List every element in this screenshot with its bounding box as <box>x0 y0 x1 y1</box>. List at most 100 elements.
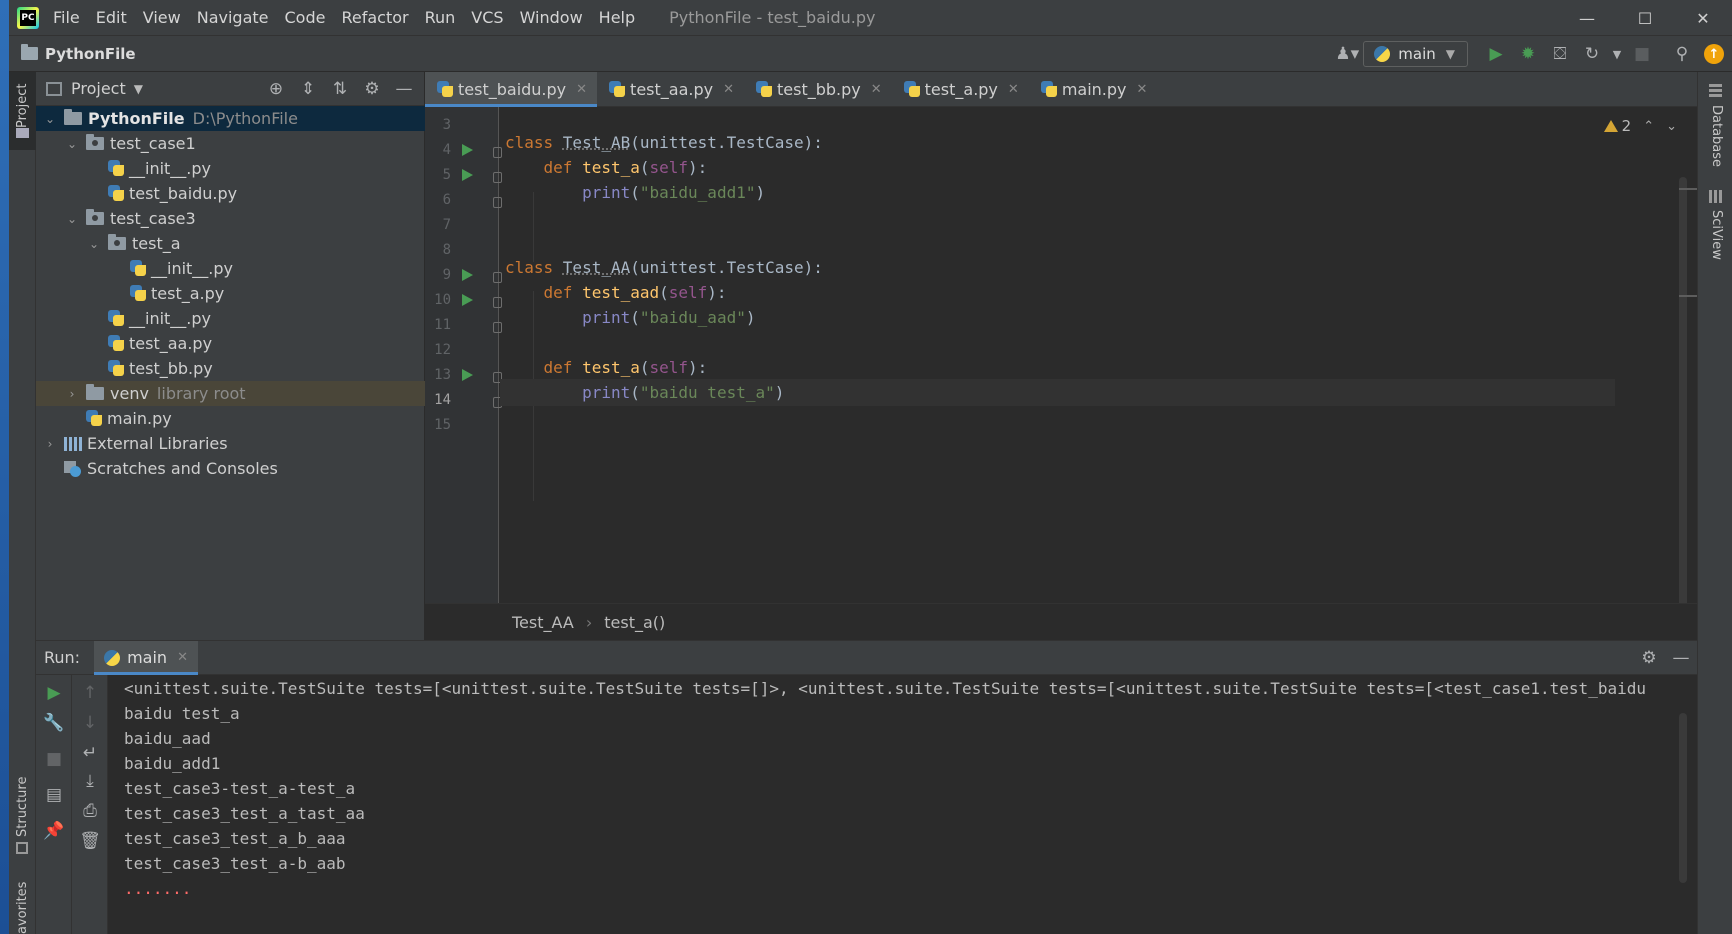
run-test-icon[interactable] <box>462 294 473 306</box>
tree-item-test-aa[interactable]: test_aa.py <box>36 331 425 356</box>
tree-item-test-case3[interactable]: ⌄ test_case3 <box>36 206 425 231</box>
tree-item-venv[interactable]: › venv library root <box>36 381 425 406</box>
nav-project-name[interactable]: PythonFile <box>45 45 136 63</box>
close-icon[interactable]: ✕ <box>871 82 882 97</box>
menu-run[interactable]: Run <box>425 8 456 27</box>
tree-item-test-a-dir[interactable]: ⌄ test_a <box>36 231 425 256</box>
maximize-button[interactable]: ☐ <box>1616 0 1674 36</box>
close-icon[interactable]: ✕ <box>576 82 587 97</box>
warnings-indicator[interactable]: 2 ⌃ ⌄ <box>1603 117 1677 135</box>
code-line-5[interactable]: def test_a(self): <box>505 154 708 181</box>
menu-navigate[interactable]: Navigate <box>197 8 269 27</box>
tree-item-test-case1[interactable]: ⌄ test_case1 <box>36 131 425 156</box>
fold-icon[interactable] <box>493 172 502 183</box>
coverage-shield-icon[interactable]: ⛋ <box>1544 36 1576 72</box>
tree-item-scratches[interactable]: Scratches and Consoles <box>36 456 425 481</box>
chevron-down-icon[interactable]: ⌄ <box>1666 119 1677 134</box>
code-line-6[interactable]: print("baidu_add1") <box>505 179 765 206</box>
run-test-icon[interactable] <box>462 169 473 181</box>
breadcrumb-class[interactable]: Test_AA <box>512 613 574 632</box>
database-tool-label[interactable]: Database <box>1709 105 1724 167</box>
run-config-selector[interactable]: main ▼ <box>1363 41 1468 67</box>
project-tool-tab[interactable]: Project <box>9 72 36 150</box>
tree-item-external-libraries[interactable]: › External Libraries <box>36 431 425 456</box>
tree-item-init1[interactable]: __init__.py <box>36 156 425 181</box>
close-icon[interactable]: ✕ <box>1008 82 1019 97</box>
update-arrow-icon[interactable]: ↑ <box>1704 44 1724 64</box>
fold-icon[interactable] <box>493 272 502 283</box>
close-window-button[interactable]: ✕ <box>1674 0 1732 36</box>
sciview-tool-label[interactable]: SciView <box>1709 210 1724 260</box>
fold-icon[interactable] <box>493 297 502 308</box>
tree-item-test-bb[interactable]: test_bb.py <box>36 356 425 381</box>
tab-test-bb[interactable]: test_bb.py ✕ <box>744 72 892 107</box>
menu-help[interactable]: Help <box>599 8 635 27</box>
code-line-10[interactable]: def test_aad(self): <box>505 279 727 306</box>
favorites-tool-label[interactable]: avorites <box>15 882 30 934</box>
menu-vcs[interactable]: VCS <box>471 8 503 27</box>
stop-icon[interactable]: ■ <box>1626 36 1658 72</box>
code-line-13[interactable]: def test_a(self): <box>505 354 708 381</box>
code-line-14-current[interactable]: print("baidu test_a") <box>500 379 1615 406</box>
tab-test-baidu[interactable]: test_baidu.py ✕ <box>425 72 598 107</box>
run-test-icon[interactable] <box>462 269 473 281</box>
run-tab-main[interactable]: main ✕ <box>94 640 198 675</box>
code-line-11[interactable]: print("baidu_aad") <box>505 304 755 331</box>
code-line-4[interactable]: class Test_AB (unittest.TestCase): <box>505 129 823 156</box>
menu-view[interactable]: View <box>143 8 181 27</box>
breadcrumb-method[interactable]: test_a() <box>604 613 665 632</box>
chevron-down-icon[interactable]: ⌄ <box>42 112 58 126</box>
close-icon[interactable]: ✕ <box>1137 82 1148 97</box>
hide-panel-icon[interactable]: — <box>388 79 420 99</box>
menu-window[interactable]: Window <box>520 8 583 27</box>
vcs-user-icon[interactable]: ♟▾ <box>1331 36 1363 72</box>
tree-item-test-baidu[interactable]: test_baidu.py <box>36 181 425 206</box>
layout-icon[interactable]: ▤ <box>36 785 72 805</box>
close-icon[interactable]: ✕ <box>177 650 188 665</box>
hide-panel-icon[interactable]: — <box>1665 648 1697 668</box>
chevron-down-icon[interactable]: ⌄ <box>64 137 80 151</box>
menu-edit[interactable]: Edit <box>96 8 127 27</box>
console-output[interactable]: <unittest.suite.TestSuite tests=[<unitte… <box>108 675 1697 934</box>
collapse-all-icon[interactable]: ⇅ <box>324 79 356 99</box>
wrench-icon[interactable]: 🔧 <box>36 713 72 733</box>
tab-test-a[interactable]: test_a.py ✕ <box>892 72 1029 107</box>
menu-file[interactable]: File <box>53 8 80 27</box>
tree-item-root[interactable]: ⌄ PythonFile D:\PythonFile <box>36 106 425 131</box>
run-icon[interactable]: ▶ <box>1480 36 1512 72</box>
menu-code[interactable]: Code <box>285 8 326 27</box>
line-gutter[interactable]: 3 4 5 6 7 8 9 10 11 12 13 14 15 <box>425 107 502 603</box>
stop-icon[interactable]: ■ <box>36 749 72 769</box>
run-test-icon[interactable] <box>462 369 473 381</box>
more-run-options-icon[interactable]: ▼ <box>1608 36 1626 72</box>
fold-icon[interactable] <box>493 322 502 333</box>
locate-file-icon[interactable]: ⊕ <box>260 79 292 99</box>
tree-item-main-py[interactable]: main.py <box>36 406 425 431</box>
search-icon[interactable]: ⚲ <box>1666 36 1698 72</box>
rerun-icon[interactable]: ▶ <box>36 683 72 703</box>
tab-test-aa[interactable]: test_aa.py ✕ <box>597 72 744 107</box>
chevron-down-icon[interactable]: ⌄ <box>64 212 80 226</box>
editor-scrollbar[interactable] <box>1679 177 1687 607</box>
tab-main[interactable]: main.py ✕ <box>1029 72 1158 107</box>
chevron-up-icon[interactable]: ⌃ <box>1643 119 1654 134</box>
tree-item-init-a[interactable]: __init__.py <box>36 256 425 281</box>
pin-icon[interactable]: 📌 <box>36 821 72 841</box>
gear-icon[interactable]: ⚙ <box>1633 648 1665 668</box>
close-icon[interactable]: ✕ <box>723 82 734 97</box>
print-icon[interactable]: ⎙ <box>72 801 108 821</box>
tree-item-init3[interactable]: __init__.py <box>36 306 425 331</box>
soft-wrap-icon[interactable]: ↵ <box>72 743 108 763</box>
chevron-down-icon[interactable]: ⌄ <box>86 237 102 251</box>
expand-all-icon[interactable]: ⇕ <box>292 79 324 99</box>
debug-bug-icon[interactable]: ✹ <box>1512 36 1544 72</box>
run-test-icon[interactable] <box>462 144 473 156</box>
arrow-down-icon[interactable]: ↓ <box>72 713 108 733</box>
project-view-selector[interactable]: Project <box>71 79 126 98</box>
trash-icon[interactable]: 🗑 <box>72 831 108 851</box>
code-line-9[interactable]: class Test_AA (unittest.TestCase): <box>505 254 823 281</box>
chevron-right-icon[interactable]: › <box>42 437 58 451</box>
chevron-down-icon[interactable]: ▼ <box>134 82 143 96</box>
arrow-up-icon[interactable]: ↑ <box>72 683 108 703</box>
structure-tool-label[interactable]: Structure <box>15 777 30 837</box>
